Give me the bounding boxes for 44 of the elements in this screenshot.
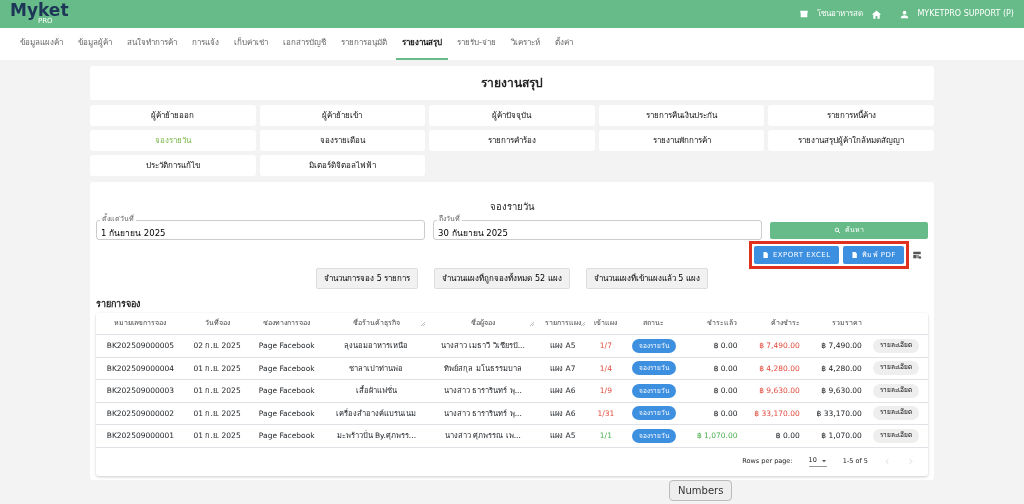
table-title: รายการจอง [96, 298, 140, 311]
date-field[interactable]: 30 กันยายน 2025 [433, 220, 762, 241]
summary-button[interactable]: จำนวนแผงที่เข้าแผงแล้ว 5 แผง [585, 268, 708, 290]
nav-tab[interactable]: เก็บค่าเช่า [228, 28, 274, 60]
report-button[interactable]: ผู้ค้าย้ายเข้า [259, 105, 426, 126]
table-settings-icon [912, 250, 922, 261]
nav-tab[interactable]: สนใจทำการค้า [121, 28, 183, 60]
report-button[interactable]: มิเตอร์ดิจิตอลไฟฟ้า [259, 155, 426, 176]
nav-tab[interactable]: ข้อมูลผู้ค้า [72, 28, 118, 60]
logo-text: Myket [10, 3, 69, 18]
summary-button[interactable]: จำนวนแผงที่ถูกจองทั้งหมด 52 แผง [434, 268, 570, 290]
tooltip: Numbers [669, 480, 733, 501]
date-field[interactable]: 1 กันยายน 2025 [96, 220, 425, 241]
store-icon [799, 9, 810, 19]
person-icon [900, 9, 910, 19]
report-button[interactable]: จองรายเดือน [259, 130, 426, 151]
document-icon [761, 251, 769, 260]
document-icon [850, 251, 858, 260]
report-button[interactable]: รายงานพักการค้า [598, 130, 765, 151]
summary-button[interactable]: จำนวนการจอง 5 รายการ [316, 268, 419, 290]
resize-handle-icon [529, 320, 536, 327]
nav-tab[interactable]: รายรับ-จ่าย [451, 28, 502, 60]
report-button[interactable]: ผู้ค้าย้ายออก [90, 105, 256, 126]
report-button[interactable]: ประวัติการแก้ไข [90, 155, 256, 176]
resize-handle-icon [580, 320, 587, 327]
nav-tab[interactable]: รายการอนุมัติ [335, 28, 393, 60]
filter-title: จองรายวัน [490, 200, 534, 214]
caret-icon [820, 458, 827, 464]
page-title: รายงานสรุป [90, 66, 934, 100]
nav-tab[interactable]: วิเคราะห์ [504, 28, 546, 60]
nav-tab[interactable]: ตั้งค่า [548, 28, 579, 60]
report-button[interactable]: รายการหนี้ค้าง [768, 105, 934, 126]
report-button[interactable]: รายงานสรุปผู้ค้าใกล้หมดสัญญา [768, 130, 934, 151]
nav-tab[interactable]: รายงานสรุป [396, 28, 448, 60]
home-icon [871, 8, 883, 20]
nav-tab[interactable]: เอกสารบัญชี [277, 28, 332, 60]
chevron-left-icon [884, 458, 891, 465]
report-button[interactable]: รายการคำร้อง [429, 130, 595, 151]
search-icon [834, 226, 841, 234]
nav-tab[interactable]: การแจ้ง [186, 28, 225, 60]
nav-tab[interactable]: ข้อมูลแผงค้า [14, 28, 69, 60]
report-button[interactable]: ผู้ค้าปัจจุบัน [429, 105, 595, 126]
resize-handle-icon [420, 320, 427, 327]
report-button[interactable]: รายการคืนเงินประกัน [598, 105, 765, 126]
